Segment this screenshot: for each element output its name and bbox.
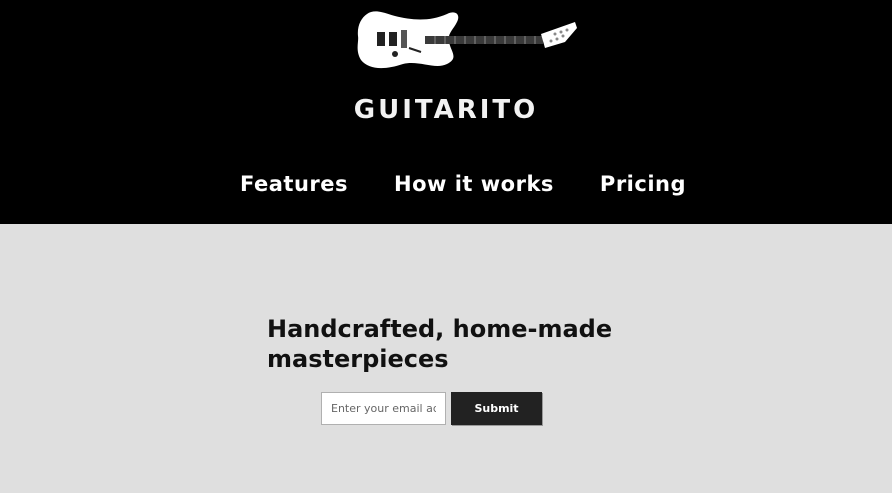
- nav-link-how-it-works[interactable]: How it works: [394, 172, 554, 204]
- electric-guitar-icon: [357, 11, 577, 69]
- nav-link-features[interactable]: Features: [240, 172, 348, 204]
- nav-link-pricing[interactable]: Pricing: [600, 172, 686, 204]
- hero-headline: Handcrafted, home-made masterpieces: [267, 315, 613, 373]
- main-nav: Features How it works Pricing: [240, 172, 686, 204]
- brand-name: GUITARITO: [353, 95, 539, 125]
- submit-button[interactable]: Submit: [451, 392, 542, 425]
- email-input[interactable]: [321, 392, 446, 425]
- email-signup-form: Submit: [321, 392, 542, 425]
- site-header: GUITARITO Features How it works Pricing: [0, 0, 892, 224]
